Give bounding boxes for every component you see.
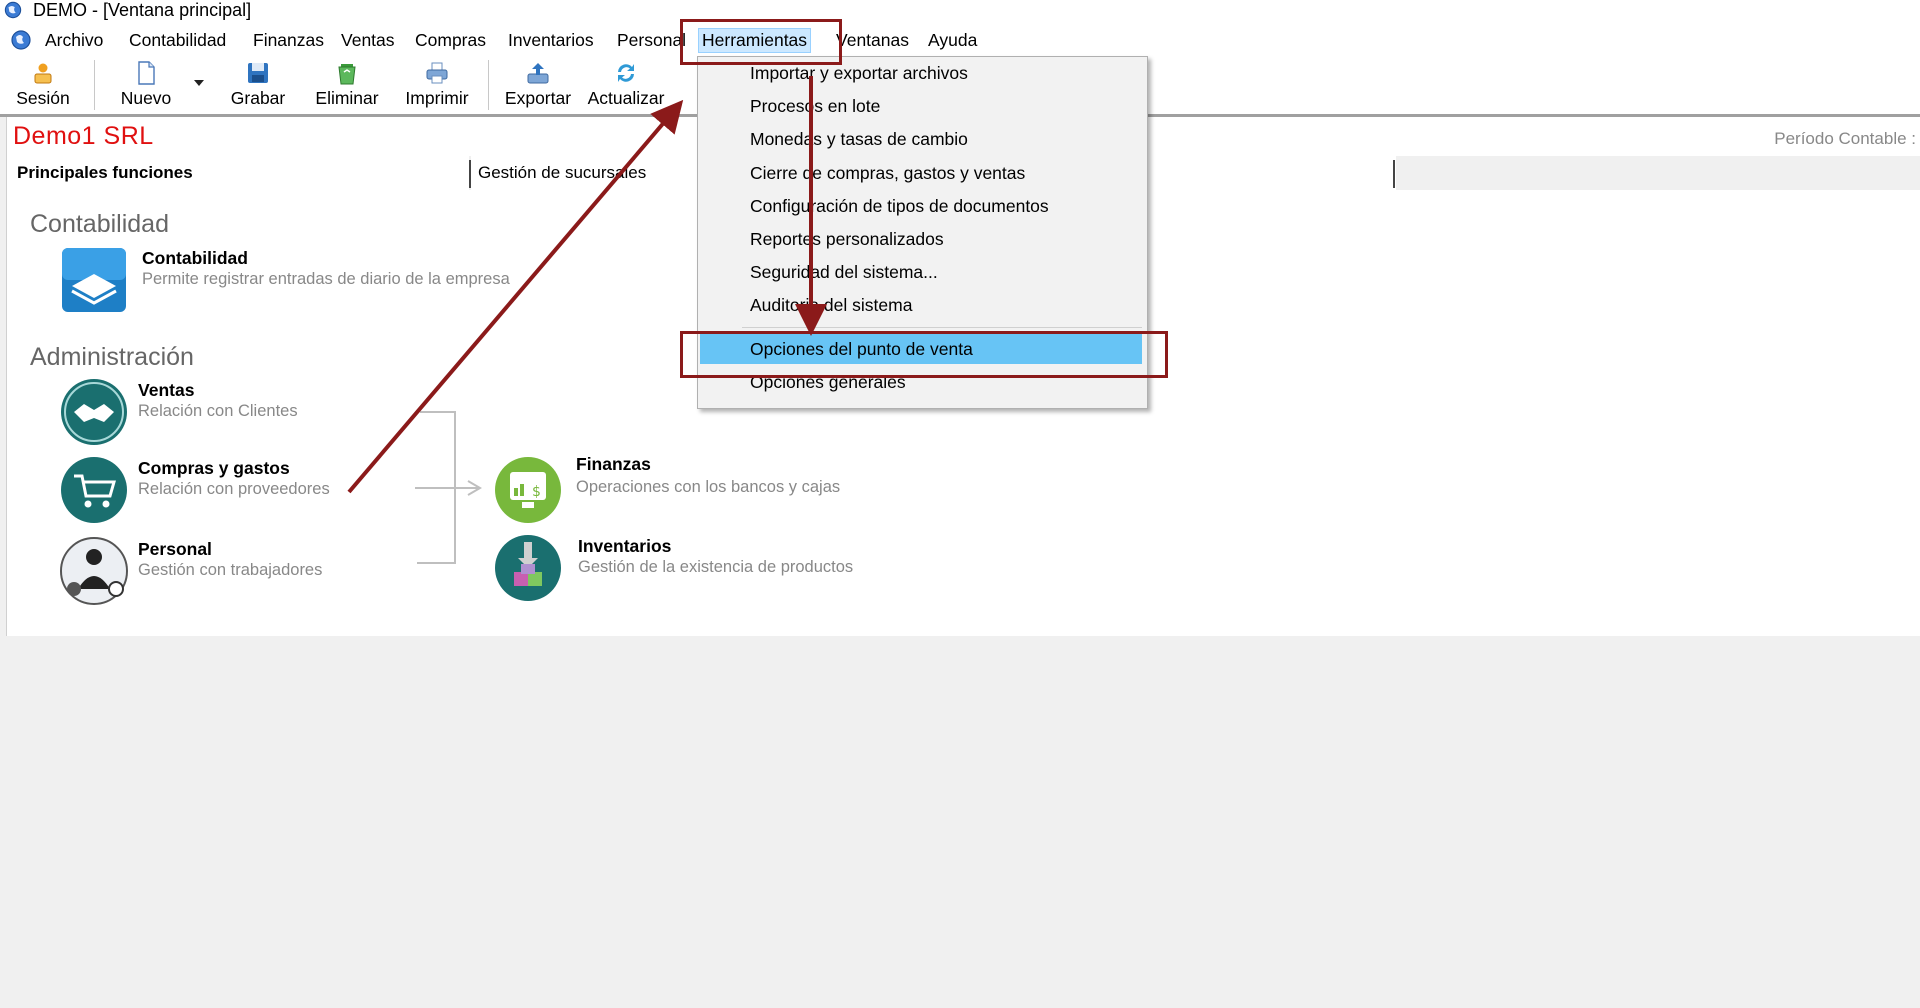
title-bar: DEMO - [Ventana principal] (0, 0, 1920, 22)
delete-button[interactable]: Eliminar (308, 58, 386, 114)
session-icon (34, 63, 52, 84)
menu-finanzas[interactable]: Finanzas (250, 29, 327, 52)
mdi-workspace (0, 636, 1920, 1008)
menu-item-seguridad-sistema[interactable]: Seguridad del sistema... (698, 257, 1147, 287)
menu-item-auditoria-sistema[interactable]: Auditoria del sistema (698, 290, 1147, 320)
refresh-icon (618, 64, 634, 82)
recycle-bin-icon (338, 64, 356, 85)
menu-ventas[interactable]: Ventas (338, 29, 398, 52)
function-personal[interactable]: Personal Gestión con trabajadores (60, 537, 380, 605)
print-button[interactable]: Imprimir (396, 58, 478, 114)
handshake-icon (61, 379, 127, 445)
menu-bar: Archivo Contabilidad Finanzas Ventas Com… (0, 25, 1920, 56)
toolbar-separator (94, 60, 95, 110)
menu-ayuda[interactable]: Ayuda (925, 29, 980, 52)
function-contabilidad[interactable]: Contabilidad Permite registrar entradas … (60, 246, 560, 314)
menu-inventarios[interactable]: Inventarios (505, 29, 597, 52)
menu-contabilidad[interactable]: Contabilidad (126, 29, 229, 52)
toolbar-separator (488, 60, 489, 110)
menu-compras[interactable]: Compras (412, 29, 489, 52)
app-globe-icon (4, 1, 22, 19)
export-icon (527, 63, 549, 84)
printer-icon (426, 62, 448, 84)
window-title: DEMO - [Ventana principal] (33, 0, 252, 20)
finance-monitor-icon: $ (495, 457, 561, 523)
function-finanzas[interactable]: $ Finanzas Operaciones con los bancos y … (494, 454, 874, 524)
inventory-boxes-icon (495, 535, 561, 601)
section-title-contabilidad: Contabilidad (30, 210, 169, 238)
tab-principales-funciones[interactable]: Principales funciones (7, 156, 469, 190)
function-ventas[interactable]: Ventas Relación con Clientes (60, 378, 380, 446)
person-worker-icon (60, 537, 128, 605)
menu-ventanas[interactable]: Ventanas (833, 29, 912, 52)
accounting-book-icon (62, 248, 126, 312)
company-name: Demo1 SRL (13, 122, 154, 150)
refresh-button[interactable]: Actualizar (584, 58, 668, 114)
new-button[interactable]: Nuevo (110, 58, 182, 114)
tab-divider (469, 160, 471, 188)
menu-personal[interactable]: Personal (614, 29, 686, 52)
system-menu-icon[interactable] (10, 29, 32, 51)
session-button[interactable]: Sesión (10, 58, 76, 114)
function-compras-gastos[interactable]: Compras y gastos Relación con proveedore… (60, 456, 380, 524)
function-inventarios[interactable]: Inventarios Gestión de la existencia de … (494, 534, 874, 602)
svg-text:$: $ (532, 484, 541, 500)
save-disk-icon (248, 63, 268, 83)
callout-box-herramientas (680, 19, 842, 65)
new-document-icon (138, 61, 155, 85)
section-title-administracion: Administración (30, 343, 194, 371)
menu-separator (742, 327, 1142, 328)
menu-item-config-tipos-documentos[interactable]: Configuración de tipos de documentos (698, 191, 1147, 221)
menu-item-monedas-tasas[interactable]: Monedas y tasas de cambio (698, 124, 1147, 154)
period-label: Período Contable : (1774, 129, 1916, 148)
export-button[interactable]: Exportar (500, 58, 576, 114)
menu-item-cierre-compras[interactable]: Cierre de compras, gastos y ventas (698, 158, 1147, 188)
save-button[interactable]: Grabar (222, 58, 294, 114)
callout-box-opciones-punto-venta (680, 331, 1168, 378)
new-dropdown-arrow-icon[interactable] (192, 78, 206, 88)
menu-archivo[interactable]: Archivo (42, 29, 106, 52)
shopping-cart-icon (61, 457, 127, 523)
tab-divider (1393, 160, 1395, 188)
menu-item-reportes-personalizados[interactable]: Reportes personalizados (698, 224, 1147, 254)
menu-item-procesos-lote[interactable]: Procesos en lote (698, 91, 1147, 121)
